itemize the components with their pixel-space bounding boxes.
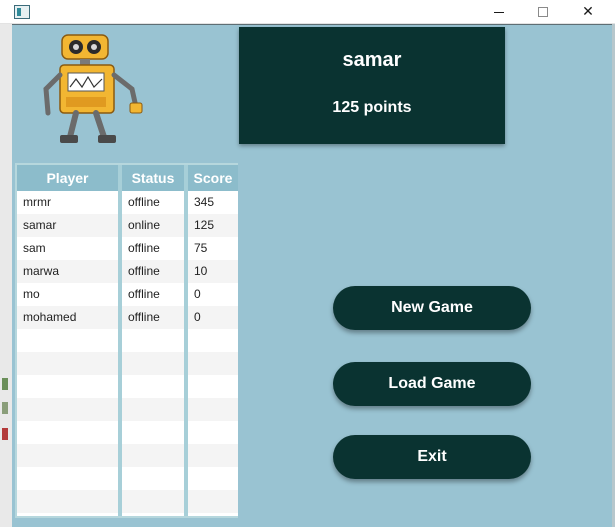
table-cell-empty [17,329,118,352]
exit-button[interactable]: Exit [333,435,531,479]
column-header-status[interactable]: Status [122,165,184,191]
table-cell-score[interactable]: 0 [188,306,238,329]
table-cell-empty [188,444,238,467]
robot-mascot-icon [43,34,143,143]
table-cell-score[interactable]: 0 [188,283,238,306]
game-lobby: samar 125 points Player mrmr samar sam m… [12,25,612,527]
table-cell-player[interactable]: mohamed [17,306,118,329]
table-cell-status[interactable]: offline [122,283,184,306]
table-cell-empty [17,467,118,490]
table-cell-score[interactable]: 125 [188,214,238,237]
table-cell-status[interactable]: online [122,214,184,237]
table-cell-empty [188,421,238,444]
game-window: ✕ samar 125 points Player mrmr samar sam… [0,0,615,527]
desktop-marker-icon [2,378,8,390]
column-header-score[interactable]: Score [188,165,238,191]
table-cell-empty [188,398,238,421]
table-cell-player[interactable]: mrmr [17,191,118,214]
desktop-marker-icon [2,402,8,414]
table-cell-empty [188,490,238,513]
desktop-background-strip [0,0,12,527]
table-cell-empty [122,398,184,421]
title-bar[interactable]: ✕ [0,0,615,24]
minimize-button[interactable] [476,0,522,24]
table-cell-empty [17,352,118,375]
close-button[interactable]: ✕ [565,0,611,24]
table-cell-player[interactable]: samar [17,214,118,237]
table-cell-player[interactable]: sam [17,237,118,260]
table-cell-empty [122,490,184,513]
table-cell-status[interactable]: offline [122,260,184,283]
table-cell-empty [122,329,184,352]
table-cell-empty [188,467,238,490]
table-cell-empty [17,421,118,444]
players-table[interactable]: Player mrmr samar sam marwa mo mohamed S… [15,163,238,518]
table-cell-empty [188,375,238,398]
table-cell-empty [122,375,184,398]
table-cell-status[interactable]: offline [122,191,184,214]
table-cell-status[interactable]: offline [122,306,184,329]
table-cell-score[interactable]: 345 [188,191,238,214]
maximize-button[interactable] [520,0,566,24]
desktop-marker-icon [2,428,8,440]
table-cell-player[interactable]: marwa [17,260,118,283]
table-cell-empty [17,375,118,398]
close-icon: ✕ [582,4,594,20]
table-cell-empty [122,444,184,467]
table-cell-empty [122,421,184,444]
column-header-player[interactable]: Player [17,165,118,191]
table-cell-empty [122,352,184,375]
status-column: Status offline online offline offline of… [122,165,184,516]
load-game-button[interactable]: Load Game [333,362,531,406]
table-cell-empty [122,467,184,490]
table-cell-empty [188,352,238,375]
player-name: samar [342,49,402,71]
table-cell-status[interactable]: offline [122,237,184,260]
table-cell-score[interactable]: 10 [188,260,238,283]
table-cell-empty [17,444,118,467]
score-column: Score 345 125 75 10 0 0 [188,165,238,516]
table-cell-empty [17,398,118,421]
app-window-icon [14,5,30,19]
minimize-icon [494,11,504,13]
table-cell-player[interactable]: mo [17,283,118,306]
table-cell-score[interactable]: 75 [188,237,238,260]
table-cell-empty [17,490,118,513]
maximize-icon [538,7,548,17]
new-game-button[interactable]: New Game [333,286,531,330]
player-column: Player mrmr samar sam marwa mo mohamed [17,165,118,516]
table-cell-empty [188,329,238,352]
player-points: 125 points [332,99,412,116]
current-player-card: samar 125 points [239,27,505,144]
